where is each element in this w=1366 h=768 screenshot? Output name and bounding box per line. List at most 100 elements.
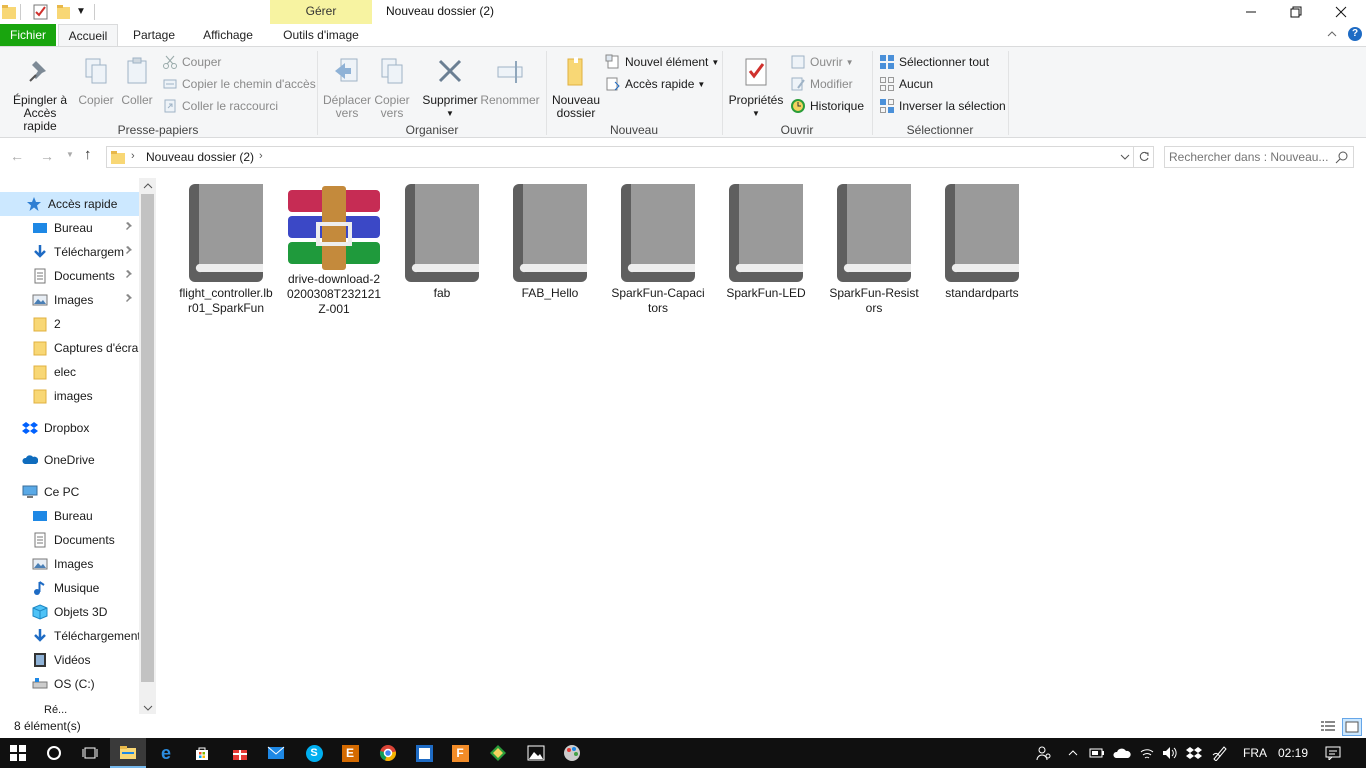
clock-time[interactable]: 02:19 (1272, 738, 1314, 768)
people-icon[interactable] (1034, 738, 1054, 768)
dropbox-tray-icon[interactable] (1184, 738, 1204, 768)
file-item[interactable]: flight_controller.lbr01_SparkFun (176, 184, 276, 316)
nav-qa-images[interactable]: Images (32, 288, 139, 312)
delete-button[interactable]: Supprimer ▼ (420, 55, 480, 120)
nav-pc-os-drive[interactable]: OS (C:) (32, 672, 139, 696)
nav-qa-folder-2[interactable]: 2 (32, 312, 139, 336)
volume-icon[interactable] (1160, 738, 1180, 768)
close-button[interactable] (1318, 0, 1364, 24)
taskbar-edge[interactable]: e (148, 738, 184, 768)
file-item[interactable]: standardparts (932, 184, 1032, 301)
recent-locations-icon[interactable]: ▼ (66, 150, 76, 166)
up-arrow-icon[interactable]: ↑ (84, 146, 102, 164)
nav-quick-access[interactable]: Accès rapide (0, 192, 139, 216)
invert-selection-button[interactable]: Inverser la sélection (879, 96, 1006, 116)
taskbar-paint[interactable] (554, 738, 590, 768)
taskbar-skype[interactable]: S (296, 738, 332, 768)
taskbar-chrome[interactable] (370, 738, 406, 768)
help-icon[interactable]: ? (1348, 27, 1362, 41)
taskbar-photos[interactable] (518, 738, 554, 768)
nav-network-cutoff[interactable]: Ré... (44, 704, 139, 714)
file-item[interactable]: drive-download-20200308T232121Z-001 (284, 184, 384, 317)
file-item[interactable]: SparkFun-LED (716, 184, 816, 301)
onedrive-tray-icon[interactable] (1112, 738, 1132, 768)
properties-quick-icon[interactable] (33, 4, 49, 20)
nav-pc-videos[interactable]: Vidéos (32, 648, 139, 672)
breadcrumb-separator-icon[interactable]: › (259, 150, 263, 162)
nav-pc-documents[interactable]: Documents (32, 528, 139, 552)
nav-pc-music[interactable]: Musique (32, 576, 139, 600)
nav-qa-bureau[interactable]: Bureau (32, 216, 139, 240)
select-none-button[interactable]: Aucun (879, 74, 933, 94)
breadcrumb-current[interactable]: Nouveau dossier (2) (146, 150, 254, 164)
file-item[interactable]: SparkFun-Capacitors (608, 184, 708, 316)
large-icons-view-icon[interactable] (1342, 718, 1362, 736)
taskbar-file-explorer[interactable] (110, 738, 146, 768)
taskbar-app-f[interactable]: F (442, 738, 478, 768)
nav-qa-elec[interactable]: elec (32, 360, 139, 384)
new-item-button[interactable]: Nouvel élément ▼ (605, 52, 719, 72)
pen-workspace-icon[interactable] (1210, 738, 1230, 768)
folder-icon[interactable] (2, 4, 16, 20)
search-input[interactable] (1169, 148, 1329, 166)
nav-pc-images[interactable]: Images (32, 552, 139, 576)
file-item[interactable]: FAB_Hello (500, 184, 600, 301)
nav-scroll-thumb[interactable] (141, 194, 154, 682)
copy-path-button[interactable]: Copier le chemin d'accès (162, 74, 316, 94)
taskbar-mail[interactable] (258, 738, 294, 768)
nav-onedrive[interactable]: OneDrive (22, 448, 139, 472)
paste-button[interactable]: Coller (116, 55, 158, 107)
tab-file[interactable]: Fichier (0, 24, 56, 46)
nav-pc-downloads[interactable]: Téléchargements (32, 624, 139, 648)
address-dropdown-icon[interactable] (1119, 151, 1131, 166)
nav-pc-3d-objects[interactable]: Objets 3D (32, 600, 139, 624)
refresh-button[interactable] (1134, 146, 1154, 168)
edit-button[interactable]: Modifier (790, 74, 853, 94)
notification-center-icon[interactable] (1320, 738, 1346, 768)
details-view-icon[interactable] (1320, 718, 1338, 736)
search-box[interactable] (1164, 146, 1354, 168)
nav-qa-documents[interactable]: Documents (32, 264, 139, 288)
tab-home[interactable]: Accueil (58, 24, 118, 46)
forward-arrow-icon[interactable]: → (40, 148, 58, 164)
tab-picture-tools[interactable]: Outils d'image (270, 24, 372, 46)
taskbar-app-blue[interactable] (406, 738, 442, 768)
nav-qa-downloads[interactable]: Téléchargem (32, 240, 139, 264)
properties-button[interactable]: Propriétés ▼ (726, 55, 786, 120)
task-view-button[interactable] (72, 738, 108, 768)
nav-dropbox[interactable]: Dropbox (22, 416, 139, 440)
history-button[interactable]: Historique (790, 96, 864, 116)
nav-scrollbar[interactable] (139, 178, 156, 714)
taskbar-store[interactable] (184, 738, 220, 768)
start-button[interactable] (0, 738, 36, 768)
minimize-button[interactable] (1228, 0, 1274, 24)
back-arrow-icon[interactable]: ← (10, 148, 28, 164)
new-folder-quick-icon[interactable] (56, 4, 72, 20)
nav-qa-screenshots[interactable]: Captures d'écran (32, 336, 139, 360)
breadcrumb-separator-icon[interactable]: › (131, 150, 135, 162)
taskbar-gift[interactable] (222, 738, 258, 768)
battery-icon[interactable] (1088, 738, 1106, 768)
copy-button[interactable]: Copier (74, 55, 118, 107)
paste-shortcut-button[interactable]: Coller le raccourci (162, 96, 278, 116)
pin-quick-access-button[interactable]: Épingler à Accès rapide (6, 55, 74, 133)
nav-qa-images-folder[interactable]: images (32, 384, 139, 408)
file-list-area[interactable]: flight_controller.lbr01_SparkFun drive-do… (156, 178, 1366, 714)
delete-dropdown-icon[interactable]: ▼ (420, 107, 480, 120)
copy-to-button[interactable]: Copier vers (372, 55, 412, 120)
collapse-ribbon-icon[interactable] (1326, 28, 1338, 42)
nav-pc-bureau[interactable]: Bureau (32, 504, 139, 528)
nav-this-pc[interactable]: Ce PC (22, 480, 139, 504)
cut-button[interactable]: Couper (162, 52, 221, 72)
open-button[interactable]: Ouvrir ▼ (790, 52, 854, 72)
scroll-up-icon[interactable] (143, 180, 153, 194)
scroll-down-icon[interactable] (143, 702, 153, 716)
rename-button[interactable]: Renommer (480, 55, 540, 107)
easy-access-button[interactable]: Accès rapide ▼ (605, 74, 705, 94)
file-item[interactable]: fab (392, 184, 492, 301)
tab-view[interactable]: Affichage (192, 24, 264, 46)
select-all-button[interactable]: Sélectionner tout (879, 52, 989, 72)
restore-button[interactable] (1273, 0, 1319, 24)
properties-dropdown-icon[interactable]: ▼ (726, 107, 786, 120)
tab-share[interactable]: Partage (124, 24, 184, 46)
